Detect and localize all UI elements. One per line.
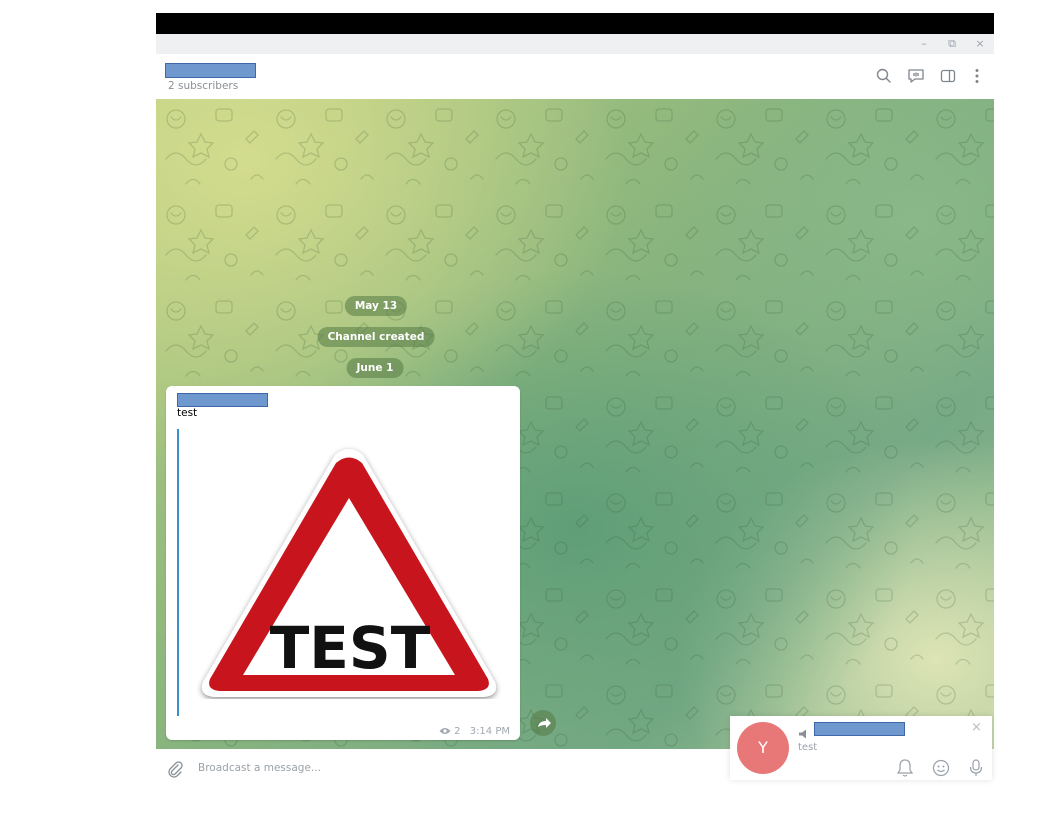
view-count: 2: [454, 726, 461, 737]
service-message-channel-created: Channel created: [317, 327, 435, 347]
message-bubble[interactable]: test TEST 2 3:14 PM: [166, 386, 520, 740]
author-name-redacted[interactable]: [177, 393, 268, 407]
search-icon[interactable]: [874, 66, 894, 86]
web-preview-accent-line: [177, 429, 179, 716]
more-menu-icon[interactable]: [967, 66, 987, 86]
date-divider: May 13: [344, 296, 408, 316]
notification-sender-redacted: [814, 722, 905, 736]
title-bar: – ⧉ ×: [156, 34, 994, 54]
message-text: test: [177, 407, 198, 419]
message-time: 3:14 PM: [469, 726, 510, 737]
discussion-icon[interactable]: [906, 66, 926, 86]
message-photo[interactable]: TEST: [190, 439, 508, 703]
message-meta: 2 3:14 PM: [439, 726, 510, 737]
channel-megaphone-icon: [798, 724, 810, 743]
telegram-window: – ⧉ × 2 subscribers May 13 Channel creat…: [156, 34, 994, 790]
restore-button[interactable]: ⧉: [942, 36, 962, 52]
chat-history[interactable]: May 13 Channel created June 1 test TEST: [156, 99, 994, 749]
notification-popup[interactable]: Y test ×: [730, 716, 992, 780]
close-window-button[interactable]: ×: [970, 36, 990, 52]
minimize-button[interactable]: –: [914, 36, 934, 52]
share-arrow-icon: [538, 718, 551, 728]
chat-header[interactable]: 2 subscribers: [156, 54, 994, 100]
sidebar-toggle-icon[interactable]: [938, 66, 958, 86]
microphone-icon[interactable]: [968, 758, 984, 782]
forward-button[interactable]: [530, 710, 556, 736]
avatar: Y: [737, 722, 789, 774]
channel-name-redacted[interactable]: [165, 63, 256, 78]
message-input[interactable]: Broadcast a message...: [198, 762, 321, 774]
bell-icon[interactable]: [896, 758, 914, 782]
attach-icon[interactable]: [166, 760, 184, 782]
date-divider: June 1: [346, 358, 404, 378]
sign-text: TEST: [270, 614, 431, 682]
views-icon: [439, 726, 454, 737]
subscriber-count: 2 subscribers: [168, 80, 239, 92]
notification-close-button[interactable]: ×: [971, 720, 982, 735]
emoji-icon[interactable]: [932, 759, 950, 781]
notification-text: test: [798, 742, 818, 753]
redaction-bar: [156, 13, 994, 34]
